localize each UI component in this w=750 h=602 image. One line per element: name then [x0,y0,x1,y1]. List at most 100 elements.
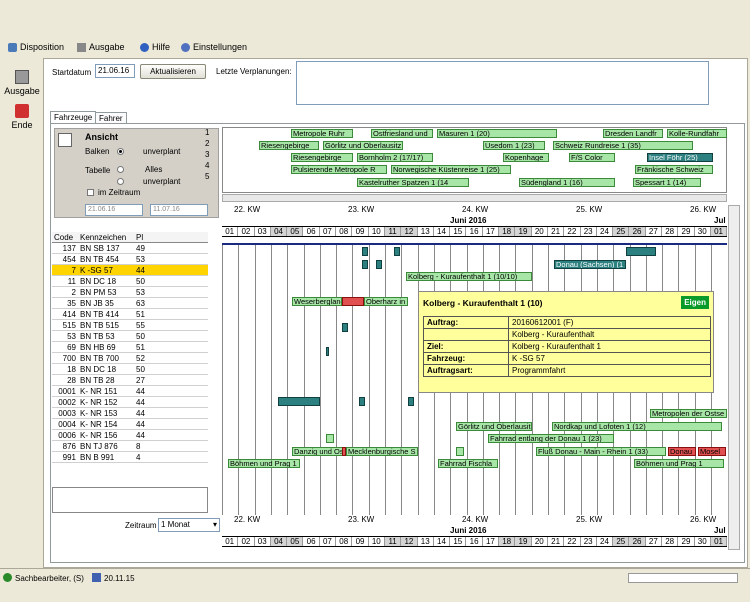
gantt-bar[interactable]: Mosel [698,447,726,456]
kennzeichen-cell: BN B 991 [80,453,115,462]
gantt-bar[interactable] [342,323,348,332]
grid-line [238,243,240,515]
table-row[interactable]: 35 BN JB 35 63 [52,298,208,309]
table-row[interactable]: 0001 K- NR 151 44 [52,386,208,397]
menu-hilfe[interactable]: Hilfe [140,42,170,52]
overview-bar[interactable]: Norwegische Küstenreise 1 (25) [391,165,511,174]
gantt-bar[interactable] [362,260,368,269]
overview-scrollbar[interactable] [222,194,727,202]
gantt-bar[interactable] [456,447,464,456]
day-cell: 26 [629,537,646,546]
table-row[interactable]: 0006 K- NR 156 44 [52,430,208,441]
overview-bar[interactable]: Bornholm 2 (17/17) [357,153,433,162]
ende-button[interactable]: Ende [4,102,40,130]
table-row[interactable]: 991 BN B 991 4 [52,452,208,463]
table-row[interactable]: 18 BN DC 18 50 [52,364,208,375]
table-row[interactable]: 414 BN TB 414 51 [52,309,208,320]
gantt-bar[interactable]: Fahrrad Fischla [438,459,498,468]
overview-bar[interactable]: F/S Color [569,153,615,162]
gantt-bar[interactable] [326,434,334,443]
grid-line [287,243,289,515]
overview-bar[interactable]: Pulsierende Metropole R [291,165,387,174]
gantt-bar[interactable]: Mecklenburgische S [346,447,418,456]
table-row[interactable]: 28 BN TB 28 27 [52,375,208,386]
gantt-bar[interactable] [359,397,365,406]
day-cell: 10 [369,537,385,546]
overview-bar[interactable]: Riesengebirge [259,141,319,150]
overview-bar[interactable]: Kolle-Rundfahr [667,129,727,138]
aktualisieren-button[interactable]: Aktualisieren [140,64,206,79]
alles-radio[interactable] [117,166,124,173]
zeitraum-select[interactable]: 1 Monat ▾ [158,518,220,532]
kennzeichen-cell: K- NR 156 [80,431,118,440]
gantt-bar[interactable] [626,247,656,256]
gantt-bar[interactable]: Oberharz in Masu [364,297,408,306]
table-row[interactable]: 53 BN TB 53 50 [52,331,208,342]
gantt-bar[interactable]: Donau [668,447,696,456]
gantt-bar[interactable]: Fluß Donau - Main - Rhein 1 (33) [536,447,666,456]
gantt-bar[interactable] [342,297,364,306]
gantt-bar[interactable]: Weserbergland [292,297,342,306]
gantt-bar[interactable]: Böhmen und Prag 1 [634,459,724,468]
zeitraum-checkbox[interactable] [87,189,94,196]
gantt-bar[interactable] [326,347,329,356]
overview-bar[interactable]: Usedom 1 (23) [483,141,545,150]
to-date[interactable]: 11.07.16 [150,204,208,216]
kennzeichen-cell: BN HB 69 [80,343,116,352]
day-cell: 29 [678,537,695,546]
gantt-bar[interactable]: Danzig und Ostse [292,447,344,456]
table-row[interactable]: 876 BN TJ 876 8 [52,441,208,452]
overview-bar[interactable]: Spessart 1 (14) [633,178,701,187]
overview-bar[interactable]: Dresden Landfr [603,129,663,138]
from-date[interactable]: 21.06.16 [85,204,143,216]
row-number: 3 [205,150,210,159]
table-row[interactable]: 700 BN TB 700 52 [52,353,208,364]
balken-radio[interactable] [117,148,124,155]
gantt-bar[interactable]: Kolberg - Kuraufenthalt 1 (10/10) [406,272,532,281]
ausgabe-button[interactable]: Ausgabe [4,68,40,96]
tab-fahrzeuge[interactable]: Fahrzeuge [50,111,97,123]
overview-bar[interactable]: Südengland 1 (16) [519,178,615,187]
overview-bar[interactable]: Ostfriesland und [371,129,433,138]
table-row[interactable]: 137 BN SB 137 49 [52,243,208,254]
gantt-bar[interactable] [394,247,400,256]
gantt-bar[interactable]: Nordkap und Lofoten 1 (12) [552,422,722,431]
gantt-bar[interactable]: Metropolen der Ostse [650,409,727,418]
eigen-badge: Eigen [681,296,709,309]
document-icon[interactable] [58,133,72,147]
menu-ausgabe[interactable]: Ausgabe [77,42,125,52]
gantt-bar[interactable] [408,397,414,406]
overview-bar[interactable]: Riesengebirge [291,153,353,162]
date-label: 20.11.15 [104,574,135,583]
startdatum-field[interactable]: 21.06.16 [95,64,135,78]
overview-bar[interactable]: Görlitz und Oberlausitz [323,141,403,150]
table-row[interactable]: 515 BN TB 515 55 [52,320,208,331]
gantt-bar[interactable]: Görlitz und Oberlausit [456,422,532,431]
table-row[interactable]: 0002 K- NR 152 44 [52,397,208,408]
code-cell: 454 [62,255,76,264]
table-row[interactable]: 11 BN DC 18 50 [52,276,208,287]
vertical-scrollbar[interactable] [728,205,740,550]
menu-disposition[interactable]: Disposition [8,42,64,52]
overview-bar[interactable]: Kopenhage [503,153,549,162]
table-row[interactable]: 2 BN PM 53 53 [52,287,208,298]
gantt-bar[interactable] [376,260,382,269]
table-row[interactable]: 0004 K- NR 154 44 [52,419,208,430]
gantt-bar[interactable]: Donau (Sachsen) (1 [554,260,626,269]
overview-bar[interactable]: Schweiz Rundreise 1 (35) [553,141,693,150]
table-row[interactable]: 0003 K- NR 153 44 [52,408,208,419]
gantt-bar[interactable] [362,247,368,256]
unverplant-radio[interactable] [117,178,124,185]
table-row[interactable]: 69 BN HB 69 51 [52,342,208,353]
gantt-bar[interactable]: Böhmen und Prag 1 [228,459,300,468]
overview-bar[interactable]: Fränkische Schweiz [635,165,713,174]
overview-bar[interactable]: Masuren 1 (20) [437,129,557,138]
table-row[interactable]: 454 BN TB 454 53 [52,254,208,265]
menu-einstellungen[interactable]: Einstellungen [181,42,247,52]
gantt-bar[interactable] [278,397,320,406]
overview-bar[interactable]: Insel Föhr (25) [647,153,713,162]
overview-bar[interactable]: Metropole Ruhr [291,129,353,138]
table-row[interactable]: 7 K -SG 57 44 [52,265,208,276]
overview-bar[interactable]: Kastelruther Spatzen 1 (14 [357,178,469,187]
gantt-bar[interactable]: Fahrrad entlang der Donau 1 (23) [488,434,614,443]
